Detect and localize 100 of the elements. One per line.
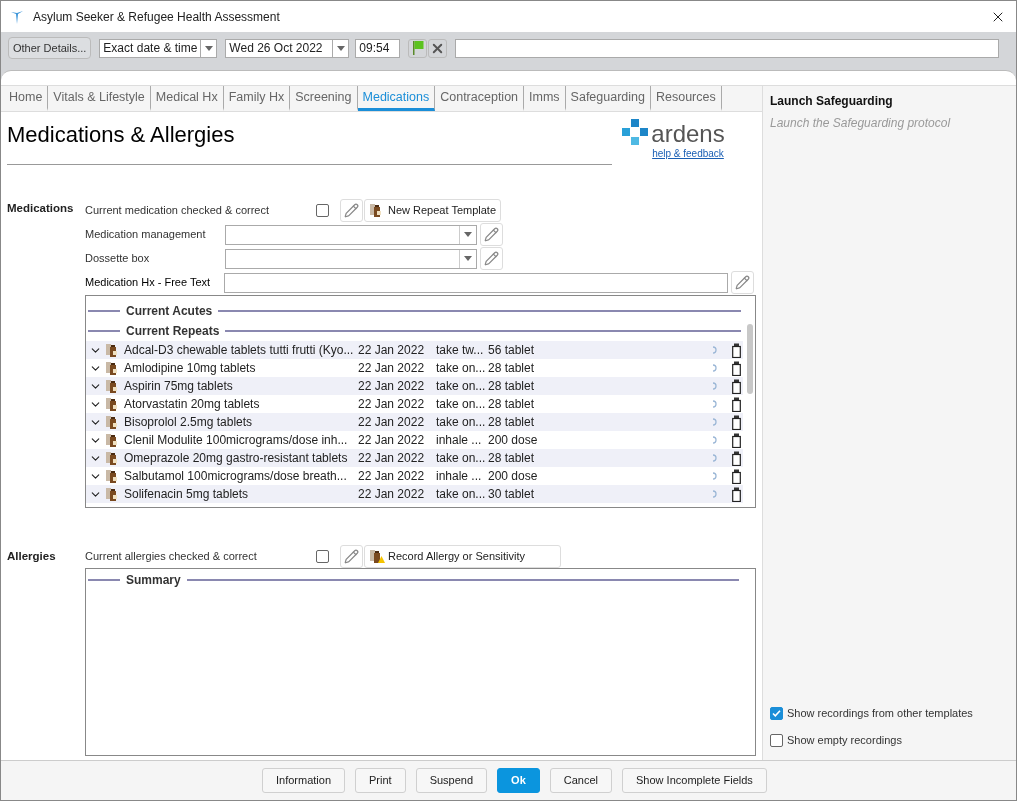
bottle-icon xyxy=(732,468,741,484)
dialog-button[interactable]: Cancel xyxy=(549,768,613,793)
record-allergy-button[interactable]: Record Allergy or Sensitivity xyxy=(364,544,561,568)
issue-date: 22 Jan 2022 xyxy=(358,342,426,359)
pencil-icon xyxy=(484,251,499,266)
tab[interactable]: Safeguarding xyxy=(565,86,651,111)
field-label: Current allergies checked & correct xyxy=(85,548,258,564)
issue-date: 22 Jan 2022 xyxy=(358,468,426,485)
edit-button[interactable] xyxy=(480,247,503,270)
checkbox[interactable] xyxy=(770,707,783,720)
medication-name: Adcal-D3 chewable tablets tutti frutti (Kyo... xyxy=(124,342,355,359)
dosage: take on... xyxy=(436,378,487,395)
medication-row[interactable]: Adcal-D3 chewable tablets tutti frutti (Kyo... 22 Jan 2022 take tw... 56 tablet xyxy=(86,341,743,359)
issue-date: 22 Jan 2022 xyxy=(358,396,426,413)
section-label: Allergies xyxy=(7,549,57,564)
section-heading: Current Repeats xyxy=(126,323,220,340)
tab[interactable]: Home xyxy=(4,86,49,111)
tab[interactable]: Vitals & Lifestyle xyxy=(48,86,151,111)
issue-date: 22 Jan 2022 xyxy=(358,414,426,431)
issue-date: 22 Jan 2022 xyxy=(358,360,426,377)
page-heading: Medications & Allergies xyxy=(7,122,236,148)
note-field[interactable] xyxy=(455,38,999,58)
bottle-icon xyxy=(732,342,741,358)
input-field[interactable] xyxy=(224,272,728,293)
medication-row[interactable]: Omeprazole 20mg gastro-resistant tablets 22 Jan 2022 take on... 28 tablet xyxy=(86,449,743,467)
tab[interactable]: Imms xyxy=(524,86,566,111)
dropdown-field[interactable] xyxy=(225,224,477,245)
bottle-icon xyxy=(732,414,741,430)
clear-button[interactable] xyxy=(428,38,448,58)
bottle-icon xyxy=(732,432,741,448)
medication-name: Atorvastatin 20mg tablets xyxy=(124,396,261,413)
dropdown-arrow-icon[interactable] xyxy=(204,45,213,51)
field-label: Medication management xyxy=(85,227,207,243)
medication-row[interactable]: Aspirin 75mg tablets 22 Jan 2022 take on... 28 tablet xyxy=(86,377,743,395)
dialog-button[interactable]: Print xyxy=(355,768,406,793)
tab[interactable]: Medical Hx xyxy=(150,86,224,111)
quantity: 30 tablet xyxy=(488,486,536,503)
dosage: take on... xyxy=(436,360,487,377)
dosage: take on... xyxy=(436,396,487,413)
medication-row[interactable]: Bisoprolol 2.5mg tablets 22 Jan 2022 take on... 28 tablet xyxy=(86,413,743,431)
new-repeat-template-button[interactable]: New Repeat Template xyxy=(364,198,502,222)
tab[interactable]: Family Hx xyxy=(223,86,291,111)
option-label: Show empty recordings xyxy=(787,733,902,749)
medication-name: Bisoprolol 2.5mg tablets xyxy=(124,414,254,431)
field-label: Current medication checked & correct xyxy=(85,202,271,218)
edit-button[interactable] xyxy=(480,223,503,246)
tab[interactable]: Resources xyxy=(651,86,722,111)
dosage: inhale ... xyxy=(436,432,483,449)
dropdown-arrow-icon[interactable] xyxy=(336,45,345,51)
edit-button[interactable] xyxy=(340,544,363,568)
help-link[interactable]: help & feedback xyxy=(652,146,724,161)
panel-title[interactable]: Launch Safeguarding xyxy=(770,92,1009,110)
edit-button[interactable] xyxy=(731,271,754,294)
time-field[interactable]: 09:54 xyxy=(355,38,401,58)
quantity: 56 tablet xyxy=(488,342,536,359)
issue-date: 22 Jan 2022 xyxy=(358,378,426,395)
bottle-icon xyxy=(732,378,741,394)
checkbox[interactable] xyxy=(316,203,329,217)
medication-name: Salbutamol 100micrograms/dose breath... xyxy=(124,468,348,485)
dialog-button[interactable]: Show Incomplete Fields xyxy=(622,768,767,793)
dropdown-arrow-icon[interactable] xyxy=(464,232,472,237)
dropdown-field[interactable] xyxy=(225,248,477,269)
date-dropdown[interactable]: Wed 26 Oct 2022 xyxy=(225,38,350,58)
issue-date: 22 Jan 2022 xyxy=(358,432,426,449)
medication-row[interactable]: Solifenacin 5mg tablets 22 Jan 2022 take on... 30 tablet xyxy=(86,485,743,503)
dropdown-arrow-icon[interactable] xyxy=(464,256,472,261)
medication-name: Solifenacin 5mg tablets xyxy=(124,486,250,503)
dosage: inhale ... xyxy=(436,468,483,485)
section-heading: Current Acutes xyxy=(126,303,213,320)
quantity: 200 dose xyxy=(488,432,539,449)
quantity: 28 tablet xyxy=(488,378,536,395)
checkbox[interactable] xyxy=(770,734,783,747)
medication-name: Omeprazole 20mg gastro-resistant tablets xyxy=(124,450,349,467)
dosage: take on... xyxy=(436,414,487,431)
scrollbar[interactable] xyxy=(747,324,753,394)
panel-subtitle: Launch the Safeguarding protocol xyxy=(770,115,952,132)
medication-name: Aspirin 75mg tablets xyxy=(124,378,234,395)
issue-date: 22 Jan 2022 xyxy=(358,486,426,503)
edit-button[interactable] xyxy=(340,198,363,222)
pencil-icon xyxy=(484,227,499,242)
pencil-icon xyxy=(735,275,750,290)
logo-text: ardens xyxy=(651,122,725,146)
other-details-button[interactable]: Other Details... xyxy=(8,37,92,59)
bottle-icon xyxy=(732,450,741,466)
date-mode-dropdown[interactable]: Exact date & time xyxy=(99,38,218,58)
dosage: take on... xyxy=(436,486,487,503)
medicine-warning-icon xyxy=(369,548,385,564)
tab[interactable]: Contraception xyxy=(435,86,525,111)
medication-name: Clenil Modulite 100micrograms/dose inh... xyxy=(124,432,349,449)
dialog-button[interactable]: Information xyxy=(262,768,346,793)
quantity: 200 dose xyxy=(488,468,539,485)
checkbox[interactable] xyxy=(316,549,329,563)
tab[interactable]: Screening xyxy=(290,86,358,111)
bottle-icon xyxy=(732,360,741,376)
dosage: take on... xyxy=(436,450,487,467)
issue-date: 22 Jan 2022 xyxy=(358,450,426,467)
dialog-button[interactable]: Suspend xyxy=(415,768,488,793)
window-title: Asylum Seeker & Refugee Health Assessment xyxy=(33,8,280,26)
dosage: take tw... xyxy=(436,342,485,359)
flag-button[interactable] xyxy=(408,38,428,58)
